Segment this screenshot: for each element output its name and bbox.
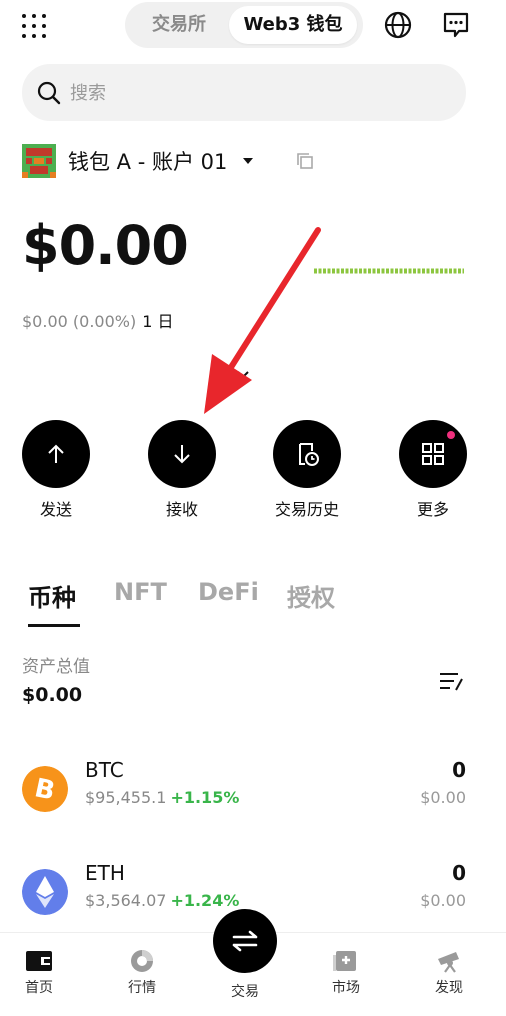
- history-label: 交易历史: [274, 500, 339, 519]
- globe-icon[interactable]: [383, 10, 413, 40]
- nav-markets-label: 行情: [128, 980, 156, 996]
- token-symbol: BTC: [85, 758, 124, 782]
- token-change: +1.15%: [170, 788, 240, 807]
- nav-home[interactable]: 首页: [4, 949, 74, 997]
- search-icon: [37, 81, 61, 105]
- token-symbol: ETH: [85, 861, 125, 885]
- token-value: $0.00: [420, 891, 466, 910]
- history-icon: [299, 443, 319, 466]
- tab-exchange[interactable]: 交易所: [131, 6, 227, 44]
- token-amount: 0: [452, 758, 466, 782]
- swap-icon: [232, 930, 258, 952]
- tab-nft[interactable]: NFT: [114, 578, 167, 606]
- nav-home-label: 首页: [25, 980, 53, 996]
- bitcoin-icon: B: [22, 766, 68, 812]
- account-selector[interactable]: 钱包 A - 账户 01: [22, 143, 254, 179]
- action-row: 发送 接收 交易历史 更多: [0, 420, 506, 520]
- nav-marketplace-label: 市场: [332, 980, 360, 996]
- bottom-nav: 首页 行情 交易 市场 发现: [0, 909, 506, 1016]
- nav-discover[interactable]: 发现: [414, 949, 484, 997]
- receive-button[interactable]: 接收: [132, 420, 232, 520]
- nav-marketplace[interactable]: 市场: [311, 949, 381, 997]
- apps-icon: [422, 443, 444, 465]
- token-price: $95,455.1: [85, 788, 167, 807]
- receive-label: 接收: [165, 500, 198, 519]
- ethereum-icon: [22, 869, 68, 915]
- chart-icon: [131, 950, 153, 972]
- chevron-down-icon: [243, 158, 254, 164]
- wallet-icon: [26, 951, 52, 971]
- token-price-line: $3,564.07 +1.24%: [85, 891, 239, 910]
- search-input[interactable]: [70, 76, 440, 110]
- more-button[interactable]: 更多: [383, 420, 483, 520]
- token-price: $3,564.07: [85, 891, 167, 910]
- mode-switch: 交易所 Web3 钱包: [125, 2, 363, 48]
- tab-approvals[interactable]: 授权: [287, 578, 335, 613]
- balance-period[interactable]: 1 日: [142, 312, 173, 331]
- nav-trade-label: 交易: [231, 984, 259, 1000]
- arrow-down-icon: [174, 445, 190, 464]
- balance-change: $0.00 (0.00%) 1 日: [22, 308, 173, 332]
- token-row-btc[interactable]: B BTC $95,455.1 +1.15% 0 $0.00: [0, 758, 506, 828]
- sort-icon[interactable]: [438, 670, 464, 692]
- tab-defi[interactable]: DeFi: [198, 578, 259, 606]
- total-assets-value: $0.00: [22, 684, 83, 706]
- token-value: $0.00: [420, 788, 466, 807]
- active-tab-indicator: [28, 624, 80, 627]
- more-label: 更多: [416, 500, 449, 519]
- nav-discover-label: 发现: [435, 980, 463, 996]
- balance-total: $0.00: [22, 214, 189, 277]
- avatar: [22, 144, 56, 178]
- balance-change-value: $0.00 (0.00%): [22, 312, 137, 331]
- telescope-icon: [438, 952, 459, 973]
- token-price-line: $95,455.1 +1.15%: [85, 788, 239, 807]
- nav-trade[interactable]: [213, 909, 277, 973]
- notification-dot: [447, 431, 455, 439]
- history-button[interactable]: 交易历史: [257, 420, 357, 520]
- market-icon: [333, 951, 356, 971]
- search-bar[interactable]: [22, 64, 466, 121]
- account-name: 钱包 A - 账户 01: [68, 150, 228, 174]
- balance-sparkline: [314, 268, 464, 274]
- annotation-arrow: [204, 227, 321, 414]
- token-change: +1.24%: [170, 891, 240, 910]
- chat-icon[interactable]: [441, 10, 471, 40]
- copy-icon[interactable]: [296, 152, 314, 170]
- send-label: 发送: [39, 500, 72, 519]
- tab-web3-wallet[interactable]: Web3 钱包: [229, 6, 357, 44]
- grid-menu-icon[interactable]: [20, 12, 48, 40]
- top-bar: 交易所 Web3 钱包: [0, 0, 506, 52]
- arrow-up-icon: [48, 444, 64, 463]
- tab-tokens[interactable]: 币种: [28, 578, 76, 613]
- send-button[interactable]: 发送: [6, 420, 106, 520]
- total-assets-label: 资产总值: [22, 657, 90, 677]
- nav-markets[interactable]: 行情: [107, 949, 177, 997]
- token-amount: 0: [452, 861, 466, 885]
